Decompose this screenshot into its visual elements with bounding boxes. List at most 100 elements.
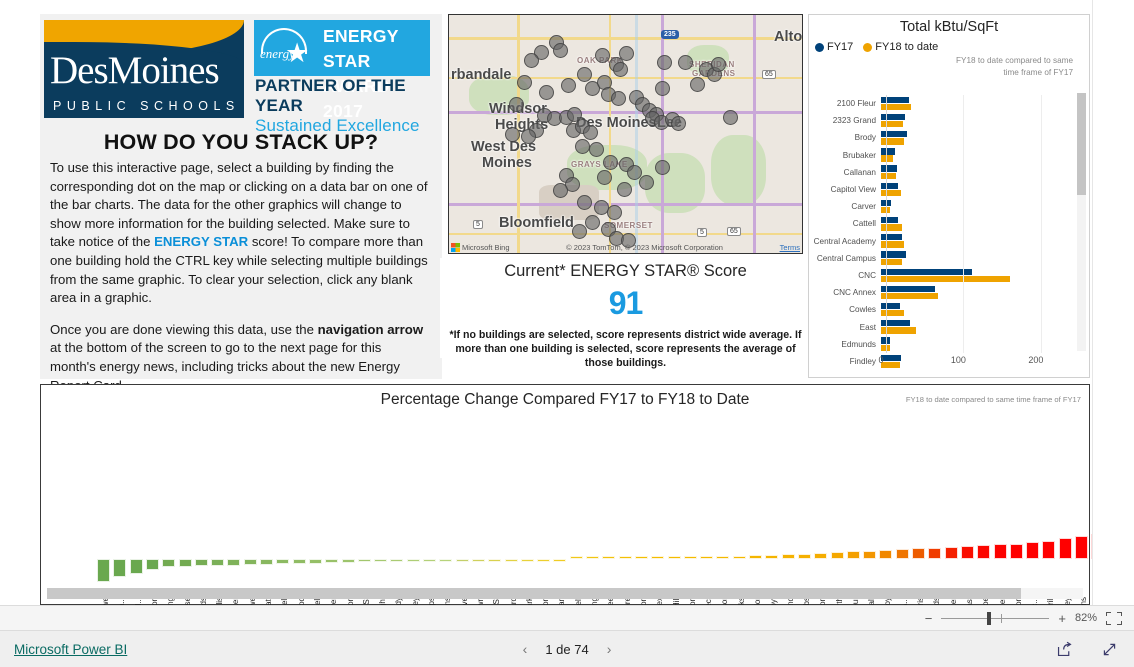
kbtu-bar-pair[interactable] bbox=[881, 199, 1089, 214]
pct-bar[interactable] bbox=[749, 555, 762, 559]
pct-bar[interactable] bbox=[846, 551, 860, 559]
pct-horizontal-scrollbar[interactable] bbox=[47, 588, 1083, 599]
pct-bar[interactable] bbox=[618, 556, 632, 559]
pct-bar[interactable] bbox=[374, 559, 388, 563]
kbtu-bar-fy18[interactable] bbox=[881, 292, 939, 300]
kbtu-bar-row[interactable]: Central Academy bbox=[809, 233, 1089, 250]
map-building-dot[interactable] bbox=[690, 77, 705, 92]
kbtu-bar-fy18[interactable] bbox=[881, 241, 905, 248]
pct-bar[interactable] bbox=[390, 559, 404, 562]
kbtu-bar-row[interactable]: 2100 Fleur bbox=[809, 95, 1089, 112]
map-building-dot[interactable] bbox=[711, 57, 726, 72]
kbtu-bar-fy18[interactable] bbox=[881, 121, 904, 128]
total-kbtu-chart[interactable]: Total kBtu/SqFt FY17 FY18 to date FY18 t… bbox=[808, 14, 1090, 378]
pct-bar[interactable] bbox=[814, 552, 828, 559]
kbtu-bar-row[interactable]: 2323 Grand bbox=[809, 112, 1089, 129]
zoom-toolbar[interactable]: − + 82% bbox=[0, 605, 1134, 630]
legend-item-fy17[interactable]: FY17 bbox=[815, 41, 853, 53]
map-building-dot[interactable] bbox=[539, 85, 554, 100]
kbtu-bar-pair[interactable] bbox=[881, 113, 1089, 128]
page-navigator[interactable]: ‹ 1 de 74 › bbox=[523, 641, 612, 657]
map-building-dot[interactable] bbox=[607, 205, 622, 220]
kbtu-bar-fy18[interactable] bbox=[881, 155, 894, 162]
power-bi-link[interactable]: Microsoft Power BI bbox=[14, 642, 127, 657]
pct-plot-area[interactable]: StoweCentral Ca...Hoover/M...MadisonKing… bbox=[97, 445, 1105, 643]
pct-bar[interactable] bbox=[243, 559, 257, 566]
map-building-dot[interactable] bbox=[603, 155, 618, 170]
kbtu-bar-fy17[interactable] bbox=[881, 234, 902, 241]
kbtu-bar-fy18[interactable] bbox=[881, 189, 902, 197]
map-building-dot[interactable] bbox=[639, 175, 654, 190]
pct-bar[interactable] bbox=[129, 559, 143, 575]
pct-bar[interactable] bbox=[863, 550, 877, 559]
kbtu-plot-area[interactable]: 2100 Fleur 2323 Grand Brody Brubaker Callana… bbox=[809, 95, 1089, 368]
kbtu-bar-row[interactable]: Brody bbox=[809, 129, 1089, 146]
kbtu-bar-fy18[interactable] bbox=[881, 258, 902, 265]
kbtu-bar-fy17[interactable] bbox=[881, 285, 936, 293]
pct-bar[interactable] bbox=[895, 549, 909, 559]
map-building-dot[interactable] bbox=[613, 62, 628, 77]
pct-bar[interactable] bbox=[97, 559, 110, 582]
map-building-dot[interactable] bbox=[678, 55, 693, 70]
pct-bar[interactable] bbox=[276, 559, 290, 565]
pct-bar[interactable] bbox=[993, 544, 1007, 559]
fullscreen-icon[interactable] bbox=[1101, 641, 1118, 658]
pct-bar[interactable] bbox=[781, 554, 795, 559]
kbtu-bar-pair[interactable] bbox=[881, 165, 1089, 180]
pct-bar[interactable] bbox=[960, 546, 974, 559]
pct-bar[interactable] bbox=[912, 548, 925, 559]
kbtu-bar-fy18[interactable] bbox=[881, 224, 902, 231]
pct-bar[interactable] bbox=[797, 553, 811, 559]
map-building-dot[interactable] bbox=[585, 215, 600, 230]
pct-bar[interactable] bbox=[700, 556, 714, 559]
map-building-dot[interactable] bbox=[589, 142, 604, 157]
pct-bar[interactable] bbox=[260, 559, 273, 565]
map-building-dot[interactable] bbox=[517, 75, 532, 90]
kbtu-bar-pair[interactable] bbox=[881, 234, 1089, 249]
map-building-dot[interactable] bbox=[524, 53, 539, 68]
pct-bar[interactable] bbox=[423, 559, 436, 562]
kbtu-bar-row[interactable]: Central Campus bbox=[809, 250, 1089, 267]
pct-bar[interactable] bbox=[227, 559, 241, 566]
map-building-dot[interactable] bbox=[595, 48, 610, 63]
pct-bar[interactable] bbox=[1075, 536, 1088, 559]
kbtu-bar-fy18[interactable] bbox=[881, 310, 905, 317]
pct-bar[interactable] bbox=[488, 559, 502, 562]
pct-bar[interactable] bbox=[1009, 543, 1023, 559]
pct-bar[interactable] bbox=[683, 556, 697, 559]
pct-bar[interactable] bbox=[553, 559, 567, 562]
pct-bar[interactable] bbox=[732, 555, 746, 559]
kbtu-bar-pair[interactable] bbox=[881, 337, 1089, 352]
pct-bar[interactable] bbox=[292, 559, 306, 564]
kbtu-bar-fy17[interactable] bbox=[881, 131, 907, 138]
chevron-right-icon[interactable]: › bbox=[607, 641, 612, 657]
energy-star-link[interactable]: ENERGY STAR bbox=[154, 234, 248, 249]
kbtu-bar-fy17[interactable] bbox=[881, 217, 899, 224]
map-building-dot[interactable] bbox=[611, 91, 626, 106]
kbtu-bar-row[interactable]: East bbox=[809, 318, 1089, 335]
kbtu-bar-row[interactable]: Capitol View bbox=[809, 181, 1089, 198]
pct-bar[interactable] bbox=[586, 556, 599, 559]
buildings-map[interactable]: rbandaleWindsorHeightsWest DesMoinesDes … bbox=[448, 14, 803, 254]
kbtu-bar-fy17[interactable] bbox=[881, 113, 905, 121]
kbtu-bar-pair[interactable] bbox=[881, 268, 1089, 283]
kbtu-bar-row[interactable]: Edmunds bbox=[809, 336, 1089, 353]
zoom-in-button[interactable]: + bbox=[1058, 611, 1066, 626]
kbtu-bar-fy17[interactable] bbox=[881, 148, 895, 155]
map-building-dot[interactable] bbox=[597, 170, 612, 185]
map-building-dot[interactable] bbox=[617, 182, 632, 197]
kbtu-bar-fy17[interactable] bbox=[881, 251, 906, 258]
pct-bar[interactable] bbox=[977, 545, 991, 559]
pct-bar[interactable] bbox=[113, 559, 127, 577]
pct-bar[interactable] bbox=[520, 559, 534, 562]
pct-bar[interactable] bbox=[341, 559, 355, 563]
pct-bar[interactable] bbox=[1058, 538, 1072, 559]
pct-bar[interactable] bbox=[504, 559, 518, 562]
pct-bar[interactable] bbox=[830, 552, 844, 559]
kbtu-bar-pair[interactable] bbox=[881, 148, 1089, 163]
map-building-dot[interactable] bbox=[655, 81, 670, 96]
kbtu-bar-row[interactable]: Carver bbox=[809, 198, 1089, 215]
pct-bar[interactable] bbox=[406, 559, 420, 562]
zoom-out-button[interactable]: − bbox=[925, 611, 933, 626]
map-building-dot[interactable] bbox=[723, 110, 738, 125]
